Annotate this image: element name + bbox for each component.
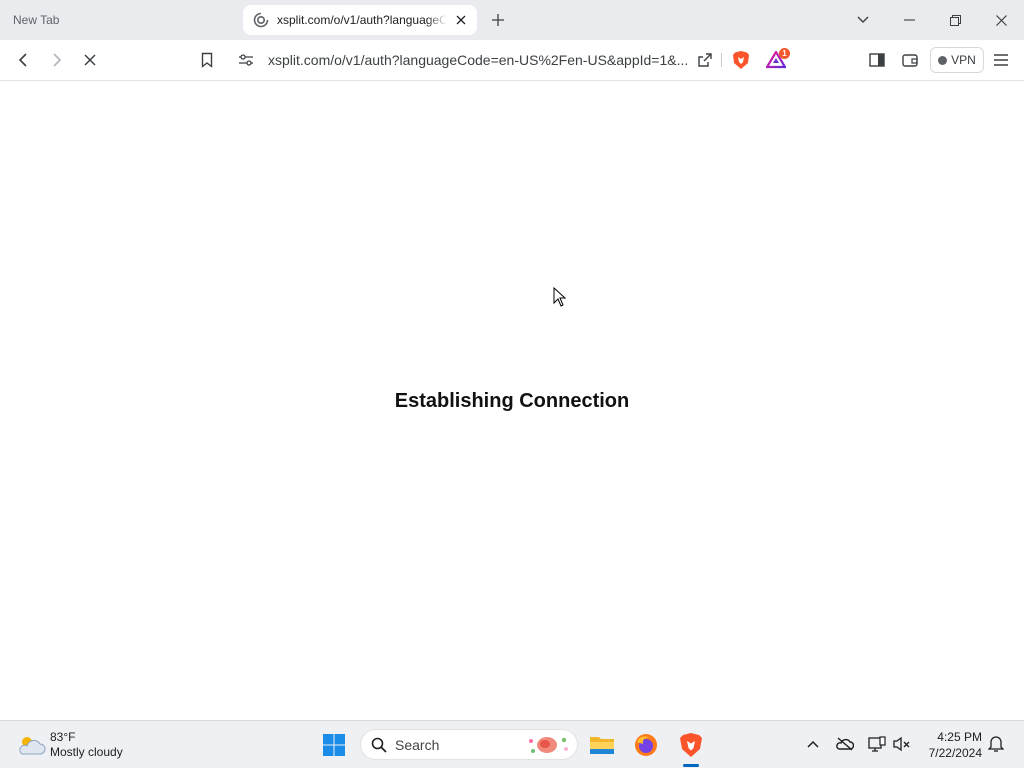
windows-taskbar: 83°F Mostly cloudy Search 4:25 PM 7/22/2… [0, 720, 1024, 768]
vpn-button[interactable]: VPN [930, 47, 984, 73]
wallet-icon[interactable] [900, 50, 920, 70]
stop-loading-icon[interactable] [80, 50, 100, 70]
volume-muted-icon[interactable] [893, 735, 911, 753]
menu-hamburger-icon[interactable] [991, 50, 1011, 70]
tab-xsplit-auth[interactable]: xsplit.com/o/v1/auth?languageCode=en-US [243, 5, 477, 35]
url-separator [721, 53, 722, 67]
close-window-icon[interactable] [991, 10, 1011, 30]
tab-new-tab[interactable]: New Tab [0, 0, 240, 40]
address-bar[interactable]: xsplit.com/o/v1/auth?languageCode=en-US%… [230, 45, 795, 75]
network-icon[interactable] [868, 735, 886, 753]
status-message: Establishing Connection [394, 390, 630, 412]
brave-shields-icon[interactable] [731, 50, 751, 70]
tab-close-icon[interactable] [453, 12, 469, 28]
forward-arrow-icon[interactable] [47, 50, 67, 70]
rewards-notification-badge: 1 [779, 48, 790, 59]
browser-toolbar: xsplit.com/o/v1/auth?languageCode=en-US%… [0, 40, 1024, 81]
onedrive-offline-icon[interactable] [836, 735, 854, 753]
weather-temperature: 83°F [50, 730, 76, 744]
tab-search-chevron-icon[interactable] [853, 10, 873, 30]
clock-date: 7/22/2024 [928, 746, 982, 760]
clock-time: 4:25 PM [937, 730, 982, 744]
page-content: Establishing Connection [0, 81, 1024, 720]
start-windows-icon[interactable] [318, 729, 350, 761]
weather-description: Mostly cloudy [50, 745, 123, 759]
site-info-icon[interactable] [236, 50, 256, 70]
tab-label: New Tab [13, 13, 60, 27]
search-highlight-art-icon [529, 737, 568, 753]
notification-bell-icon[interactable] [987, 735, 1005, 753]
brave-browser-taskbar-icon[interactable] [675, 729, 707, 761]
search-icon [371, 737, 387, 753]
taskbar-search-box[interactable]: Search [360, 729, 578, 760]
share-icon[interactable] [695, 50, 715, 70]
bookmark-icon[interactable] [197, 50, 217, 70]
cloud-sun-icon [19, 737, 46, 755]
sidebar-toggle-icon[interactable] [867, 50, 887, 70]
url-text[interactable]: xsplit.com/o/v1/auth?languageCode=en-US%… [268, 52, 693, 68]
tab-strip: New Tab xsplit.com/o/v1/auth?languageCod… [0, 0, 1024, 40]
weather-widget[interactable]: 83°F Mostly cloudy [16, 727, 123, 763]
minimize-icon[interactable] [899, 10, 919, 30]
new-tab-plus-icon[interactable] [488, 10, 508, 30]
restore-icon[interactable] [945, 10, 965, 30]
tab-title: xsplit.com/o/v1/auth?languageCode=en-US [277, 13, 447, 27]
back-arrow-icon[interactable] [13, 50, 33, 70]
mouse-cursor-icon [553, 287, 567, 307]
file-explorer-icon[interactable] [586, 729, 618, 761]
active-app-indicator [683, 764, 699, 767]
search-label: Search [395, 736, 440, 753]
vpn-status-icon [938, 55, 948, 65]
show-hidden-icons-chevron-icon[interactable] [804, 735, 822, 753]
system-clock[interactable]: 4:25 PM 7/22/2024 [918, 729, 982, 761]
firefox-icon[interactable] [630, 729, 662, 761]
vpn-label: VPN [951, 53, 976, 67]
loading-favicon-icon [253, 12, 269, 28]
